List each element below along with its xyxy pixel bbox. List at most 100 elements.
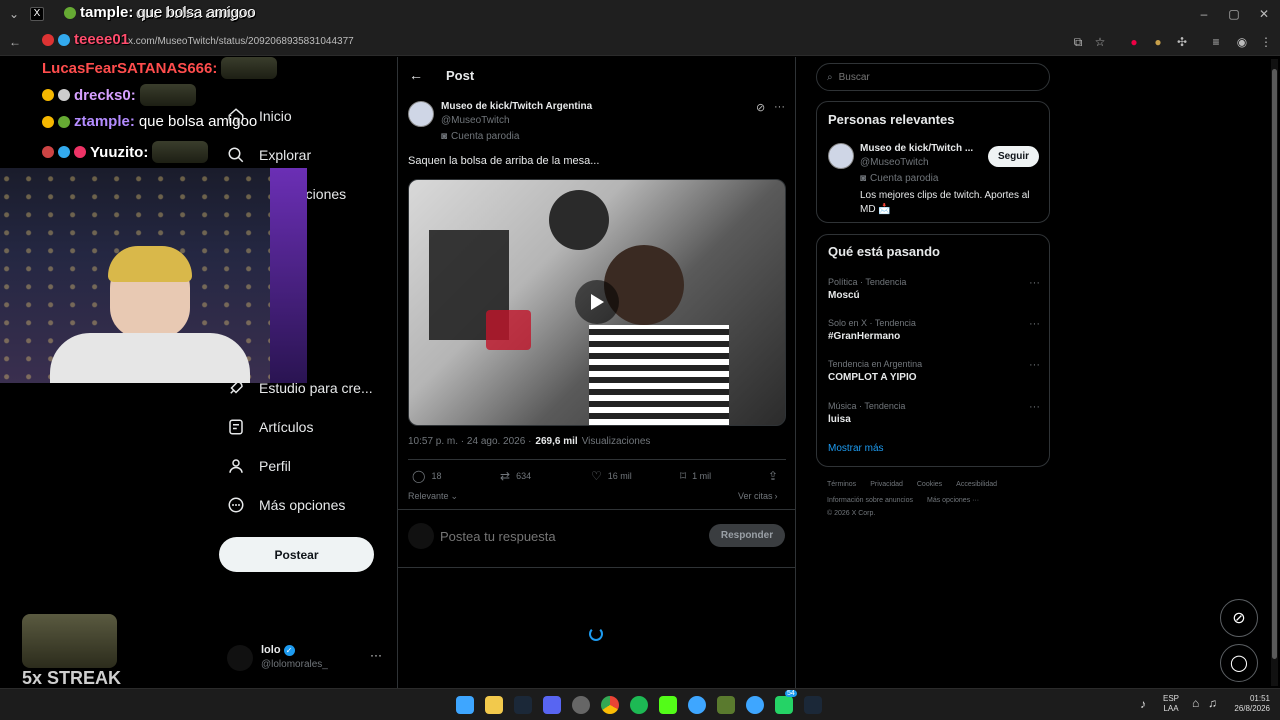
post-button[interactable]: Postear: [219, 537, 374, 572]
network-icon[interactable]: ⌂: [1192, 696, 1199, 710]
share-button[interactable]: ⇪: [768, 469, 778, 483]
footer-link[interactable]: Privacidad: [870, 481, 903, 488]
trend-more-icon[interactable]: ···: [1029, 401, 1040, 413]
windows-start-icon[interactable]: [456, 696, 474, 714]
chat-badge-icon: [64, 6, 76, 19]
grok-fab[interactable]: ⊘: [1220, 599, 1258, 637]
author-avatar[interactable]: [408, 101, 434, 127]
chat-user: drecks0:: [74, 86, 136, 104]
extension-red-icon[interactable]: ●: [1122, 28, 1146, 56]
footer-link[interactable]: Cookies: [917, 481, 942, 488]
reply-submit-button[interactable]: Responder: [709, 524, 785, 547]
scrollbar[interactable]: [1271, 59, 1278, 686]
streak-emote-icon: [22, 614, 117, 668]
show-more-link[interactable]: Mostrar más: [828, 443, 884, 454]
back-arrow-icon[interactable]: ←: [409, 67, 423, 83]
minecraft-icon[interactable]: [717, 696, 735, 714]
browser-menu-icon[interactable]: ⋮: [1254, 28, 1278, 56]
chrome-icon[interactable]: [601, 696, 619, 714]
trend-item[interactable]: Tendencia en Argentina COMPLOT A YIPIO ·…: [828, 359, 1040, 383]
close-icon[interactable]: ✕: [1252, 0, 1276, 28]
trend-more-icon[interactable]: ···: [1029, 359, 1040, 371]
steam-icon[interactable]: [804, 696, 822, 714]
post-more-icon[interactable]: ···: [774, 101, 785, 113]
trend-item[interactable]: Política · Tendencia Moscú ···: [828, 277, 1040, 301]
search-input[interactable]: [838, 71, 1019, 83]
reply-input[interactable]: [440, 525, 690, 547]
language-indicator[interactable]: ESP LAA: [1163, 694, 1179, 714]
nav-label: Artículos: [259, 419, 314, 435]
views-label: Visualizaciones: [581, 436, 651, 447]
footer-link[interactable]: Información sobre anuncios: [827, 497, 913, 504]
chat-emote-icon: [221, 57, 278, 79]
article-icon: [227, 418, 245, 436]
reply-button[interactable]: ◯ 18: [412, 469, 441, 483]
bookmark-button[interactable]: ⌑ 1 mil: [680, 469, 711, 483]
sort-dropdown[interactable]: Relevante ⌄: [408, 491, 458, 502]
clock[interactable]: 01:51 26/8/2026: [1226, 694, 1270, 714]
reply-avatar: [408, 523, 434, 549]
volume-icon[interactable]: ♫: [1208, 696, 1217, 710]
url-field[interactable]: x.com/MuseoTwitch/status/209206893583104…: [128, 34, 354, 50]
trend-item[interactable]: Solo en X · Tendencia #GranHermano ···: [828, 318, 1040, 342]
relevant-name[interactable]: Museo de kick/Twitch ...: [860, 143, 973, 154]
profile-avatar-icon[interactable]: ◉: [1230, 28, 1254, 56]
view-quotes-link[interactable]: Ver citas ›: [738, 491, 778, 501]
search-box[interactable]: ⌕: [816, 63, 1050, 91]
post-timestamp[interactable]: 10:57 p. m. · 24 ago. 2026 ·: [408, 436, 531, 447]
divider: [398, 509, 795, 510]
footer-link[interactable]: Accesibilidad: [956, 481, 997, 488]
scrollbar-thumb[interactable]: [1272, 69, 1277, 659]
nav-label: Explorar: [259, 147, 312, 163]
trend-more-icon[interactable]: ···: [1029, 318, 1040, 330]
bookmark-star-icon[interactable]: ☆: [1088, 28, 1112, 56]
chat-line: teeee01: [42, 31, 129, 48]
repost-button[interactable]: ⇄ 634: [500, 469, 531, 483]
file-explorer-icon[interactable]: [485, 696, 503, 714]
nav-item-more-options[interactable]: Más opciones: [227, 490, 345, 520]
account-switcher[interactable]: lolo ✓ @lolomorales_ ···: [227, 642, 387, 678]
trend-more-icon[interactable]: ···: [1029, 277, 1040, 289]
microphone-icon[interactable]: ♪: [1140, 697, 1146, 711]
kick-icon[interactable]: [659, 696, 677, 714]
spotify-icon[interactable]: [630, 696, 648, 714]
discord-icon[interactable]: [543, 696, 561, 714]
nav-item-articles[interactable]: Artículos: [227, 412, 313, 442]
chat-badge-icon: [74, 146, 86, 158]
trend-item[interactable]: Música · Tendencia luisa ···: [828, 401, 1040, 425]
install-app-icon[interactable]: ⧉: [1066, 28, 1090, 56]
avatar[interactable]: [828, 143, 854, 169]
whatsapp-icon[interactable]: 54: [775, 690, 797, 714]
reading-list-icon[interactable]: ≡: [1204, 28, 1228, 56]
more-circle-icon: [227, 496, 245, 514]
post-video[interactable]: [408, 179, 786, 426]
relevant-handle[interactable]: @MuseoTwitch: [860, 157, 929, 168]
minimize-icon[interactable]: –: [1192, 0, 1216, 28]
footer-link[interactable]: Términos: [827, 481, 856, 488]
play-icon[interactable]: [575, 280, 619, 324]
bookmark-count: 1 mil: [692, 471, 712, 481]
messages-fab[interactable]: ◯: [1220, 644, 1258, 682]
tab-list-chevron-icon[interactable]: ⌄: [2, 0, 26, 28]
app-icon[interactable]: [688, 696, 706, 714]
extension-yellow-icon[interactable]: ●: [1146, 28, 1170, 56]
account-more-icon[interactable]: ···: [370, 648, 382, 662]
back-arrow-icon[interactable]: ←: [3, 28, 27, 56]
like-button[interactable]: ♡ 16 mil: [591, 469, 632, 483]
bookmark-icon: ⌑: [680, 469, 687, 483]
like-count: 16 mil: [607, 471, 632, 481]
chat-badge-icon: [42, 33, 54, 46]
maximize-icon[interactable]: ▢: [1222, 0, 1246, 28]
nav-item-profile[interactable]: Perfil: [227, 451, 291, 481]
extensions-puzzle-icon[interactable]: ✣: [1170, 28, 1194, 56]
trend-name: COMPLOT A YIPIO: [828, 372, 917, 383]
author-handle[interactable]: @MuseoTwitch: [441, 115, 510, 126]
author-name[interactable]: Museo de kick/Twitch Argentina: [441, 101, 592, 112]
follow-button[interactable]: Seguir: [988, 146, 1039, 167]
footer-link[interactable]: Más opciones ···: [927, 497, 979, 504]
nav-item-explore[interactable]: Explorar: [227, 140, 311, 170]
obs-icon[interactable]: [572, 696, 590, 714]
app-icon[interactable]: [746, 696, 764, 714]
steam-icon[interactable]: [514, 696, 532, 714]
grok-icon[interactable]: ⊘: [756, 101, 765, 114]
